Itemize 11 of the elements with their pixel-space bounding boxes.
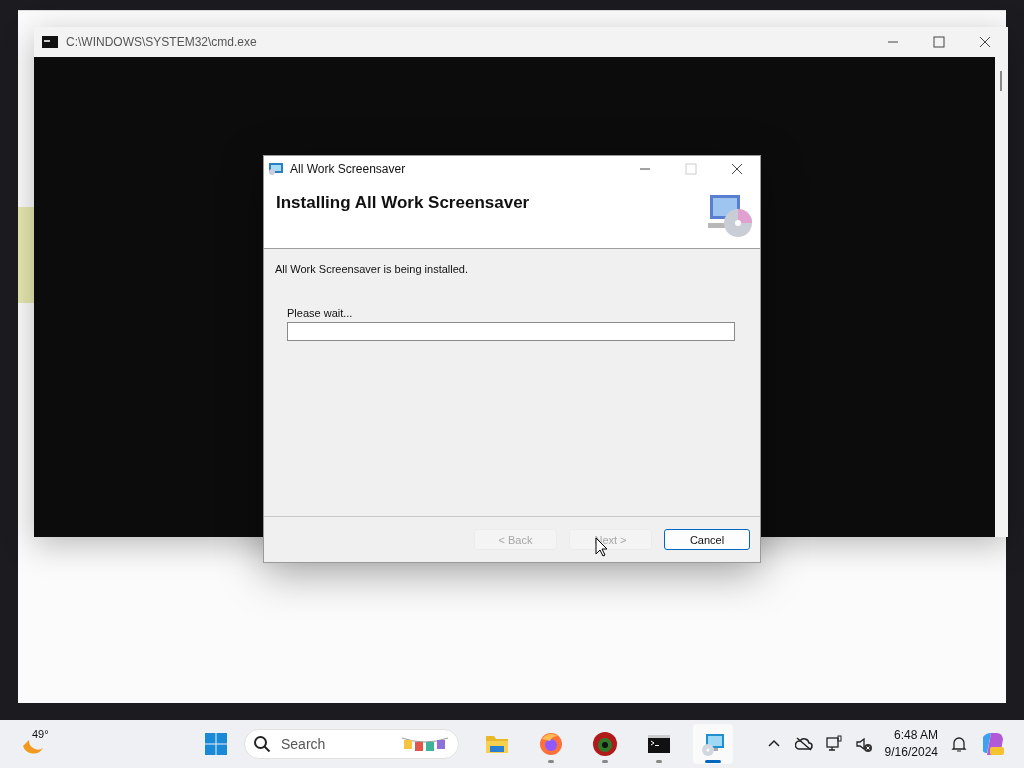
cancel-button[interactable]: Cancel bbox=[664, 529, 750, 550]
window-title: C:\WINDOWS\SYSTEM32\cmd.exe bbox=[66, 35, 257, 49]
dialog-title: All Work Screensaver bbox=[290, 161, 406, 176]
status-message: All Work Screensaver is being installed. bbox=[275, 263, 469, 275]
search-field[interactable]: Search bbox=[279, 735, 393, 753]
clock-time[interactable]: 6:48 AM bbox=[893, 727, 938, 744]
progress-label: Please wait... bbox=[287, 307, 354, 319]
dialog-heading: Installing All Work Screensaver bbox=[276, 193, 530, 213]
search-bar[interactable]: Search bbox=[244, 729, 459, 759]
clock-date[interactable]: 9/16/2024 bbox=[884, 744, 938, 761]
temperature[interactable]: 49° bbox=[32, 728, 49, 740]
